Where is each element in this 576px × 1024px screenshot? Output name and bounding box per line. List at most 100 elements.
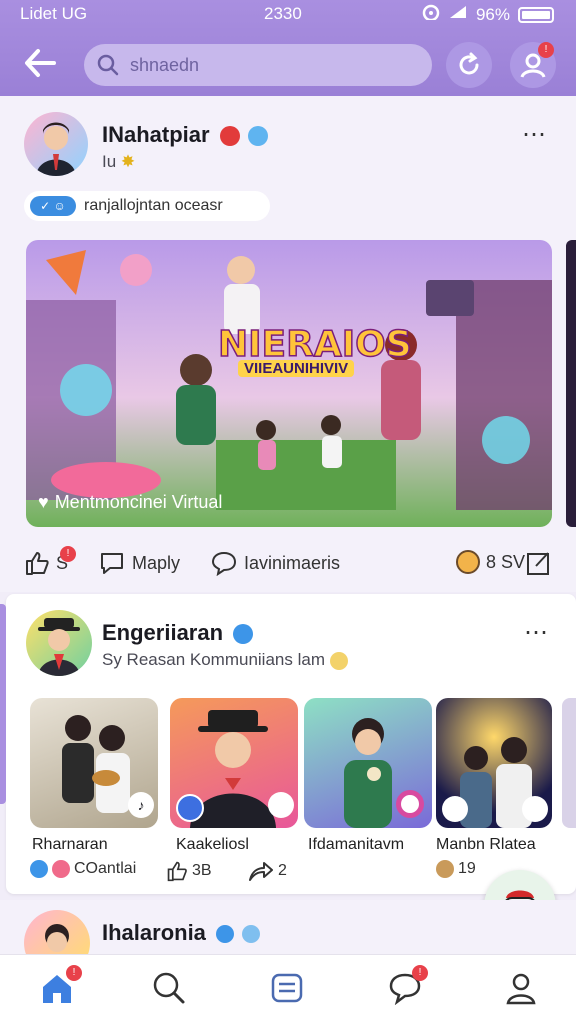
search-icon xyxy=(97,54,119,76)
post2-share-count: 2 xyxy=(278,862,287,879)
comments-button[interactable]: Iavinimaeris xyxy=(210,550,340,576)
author-name-text: Ihalaronia xyxy=(102,920,206,945)
status-bar: Lidet UG 2330 96% xyxy=(0,4,576,26)
thumbs-up-icon xyxy=(167,861,187,882)
share-arrow-icon xyxy=(249,862,273,881)
back-button[interactable] xyxy=(22,46,62,82)
signal-icon xyxy=(448,4,468,25)
status-icons: 96% xyxy=(422,4,554,25)
speech-bubble-icon xyxy=(211,551,237,576)
author-name[interactable]: Ihalaronia xyxy=(102,920,261,946)
post2-like-count: 3B xyxy=(192,862,212,879)
post2-reactions[interactable]: COantlai xyxy=(30,860,136,878)
thumbnail-3[interactable] xyxy=(304,698,432,828)
post2-extra-text: 19 xyxy=(458,860,476,877)
verified-badge-icon xyxy=(233,624,254,645)
sparkle-icon: ✸ xyxy=(120,152,136,171)
post-actions-1: ! S Maply Iavinimaeris 8 SV xyxy=(0,546,576,582)
author-name[interactable]: Engeriiaran xyxy=(102,620,254,646)
profile-tab[interactable] xyxy=(496,965,546,1011)
cookie-icon xyxy=(436,860,454,878)
home-badge: ! xyxy=(66,965,82,981)
person-icon xyxy=(36,122,76,176)
topic-tag-text: ranjallojntan oceasr xyxy=(84,197,223,214)
verified-badge-icon xyxy=(247,126,268,147)
share-count-text: 8 SV xyxy=(486,551,526,572)
gear-badge-icon xyxy=(242,925,261,944)
thumbnail-label-3: Ifdamanitavm xyxy=(308,836,405,853)
notification-badge: ! xyxy=(538,42,554,58)
thumbnail-1[interactable]: ♪ xyxy=(30,698,158,828)
thumbs-up-icon xyxy=(26,552,49,575)
thumbnail-label-1: Rharnaran xyxy=(32,836,108,853)
arrow-left-icon xyxy=(25,49,56,77)
app-header: Lidet UG 2330 96% shnaedn ! xyxy=(0,0,576,96)
post2-share-button[interactable]: 2 xyxy=(248,860,287,882)
refresh-button[interactable] xyxy=(446,42,492,88)
play-icon: ♪ xyxy=(128,792,154,818)
author-subtitle-text: Iu xyxy=(102,152,117,171)
author-subtitle-text: Sy Reasan Kommuniians lam xyxy=(102,650,325,669)
reply-label: Maply xyxy=(132,552,181,573)
topic-tag[interactable]: ✓ ☺ ranjallojntan oceasr xyxy=(24,191,270,221)
hero-caption: ♥ Mentmoncinei Virtual xyxy=(38,492,222,513)
smile-emoji-icon xyxy=(329,651,348,670)
search-placeholder: shnaedn xyxy=(130,54,200,75)
messages-tab[interactable]: ! xyxy=(380,965,430,1011)
notifications-button[interactable]: ! xyxy=(510,42,556,88)
clock: 2330 xyxy=(264,4,302,23)
hero-subtitle: VIIEAUNIHIVIV xyxy=(238,360,355,377)
next-thumb-peek[interactable] xyxy=(562,698,576,828)
author-name[interactable]: INahatpiar xyxy=(102,122,268,148)
wifi-icon xyxy=(422,4,440,25)
thumbnail-label-2: Kaakeliosl xyxy=(176,836,249,853)
post-card-1: INahatpiar Iu ✸ ⋯ ✓ ☺ ranjallojntan ocea… xyxy=(0,96,576,592)
more-options-button[interactable]: ⋯ xyxy=(522,120,548,149)
thumbnail-label-4: Manbn Rlatea xyxy=(436,836,536,853)
thumbnail-2[interactable] xyxy=(170,698,298,828)
grid-icon xyxy=(176,794,204,822)
emoji-chip-icon xyxy=(442,796,468,822)
refresh-icon xyxy=(459,52,479,75)
post-card-3: Ihalaronia xyxy=(0,900,576,976)
verified-chip-icon: ✓ ☺ xyxy=(30,196,76,216)
bottom-nav: ! ! xyxy=(0,954,576,1024)
share-count[interactable]: 8 SV xyxy=(456,550,525,574)
side-accent xyxy=(0,604,6,804)
chat-icon xyxy=(268,792,294,818)
like-badge: ! xyxy=(60,546,76,562)
post-hero-image[interactable]: NIERAIOS VIIEAUNIHIVIV ♥ Mentmoncinei Vi… xyxy=(26,240,552,527)
hero-caption-text: Mentmoncinei Virtual xyxy=(54,492,223,512)
avatar[interactable] xyxy=(26,610,92,676)
edit-square-icon xyxy=(527,552,549,575)
home-tab[interactable]: ! xyxy=(32,965,82,1011)
like-button[interactable]: ! S xyxy=(24,546,76,576)
post2-like-button[interactable]: 3B xyxy=(166,860,212,882)
carrier-label: Lidet UG xyxy=(20,4,88,23)
battery-percent: 96% xyxy=(475,4,510,24)
person-icon xyxy=(38,618,80,676)
thumbnail-4[interactable] xyxy=(436,698,552,828)
hero-title: NIERAIOS xyxy=(217,323,412,366)
search-tab[interactable] xyxy=(144,965,194,1011)
battery-icon xyxy=(518,6,554,23)
emoji-icon xyxy=(456,550,480,574)
author-name-text: Engeriiaran xyxy=(102,620,224,645)
hero-illustration xyxy=(26,240,552,527)
post2-extra-count[interactable]: 19 xyxy=(436,860,476,878)
feed-tab[interactable] xyxy=(262,965,312,1011)
heart-icon: ♥ xyxy=(38,492,49,512)
comments-label: Iavinimaeris xyxy=(244,552,341,573)
play-reaction-icon xyxy=(30,860,48,878)
list-icon xyxy=(271,973,303,1003)
more-options-button[interactable]: ⋯ xyxy=(524,618,550,647)
reply-button[interactable]: Maply xyxy=(98,550,180,576)
next-hero-peek[interactable] xyxy=(566,240,576,527)
search-bar[interactable]: shnaedn xyxy=(84,44,432,86)
avatar[interactable] xyxy=(24,112,88,176)
author-subtitle: Sy Reasan Kommuniians lam xyxy=(102,650,348,670)
user-icon xyxy=(506,973,536,1005)
edit-button[interactable] xyxy=(526,550,552,576)
reactions-label: COantlai xyxy=(74,860,137,877)
chat-bubble-icon xyxy=(101,553,123,574)
